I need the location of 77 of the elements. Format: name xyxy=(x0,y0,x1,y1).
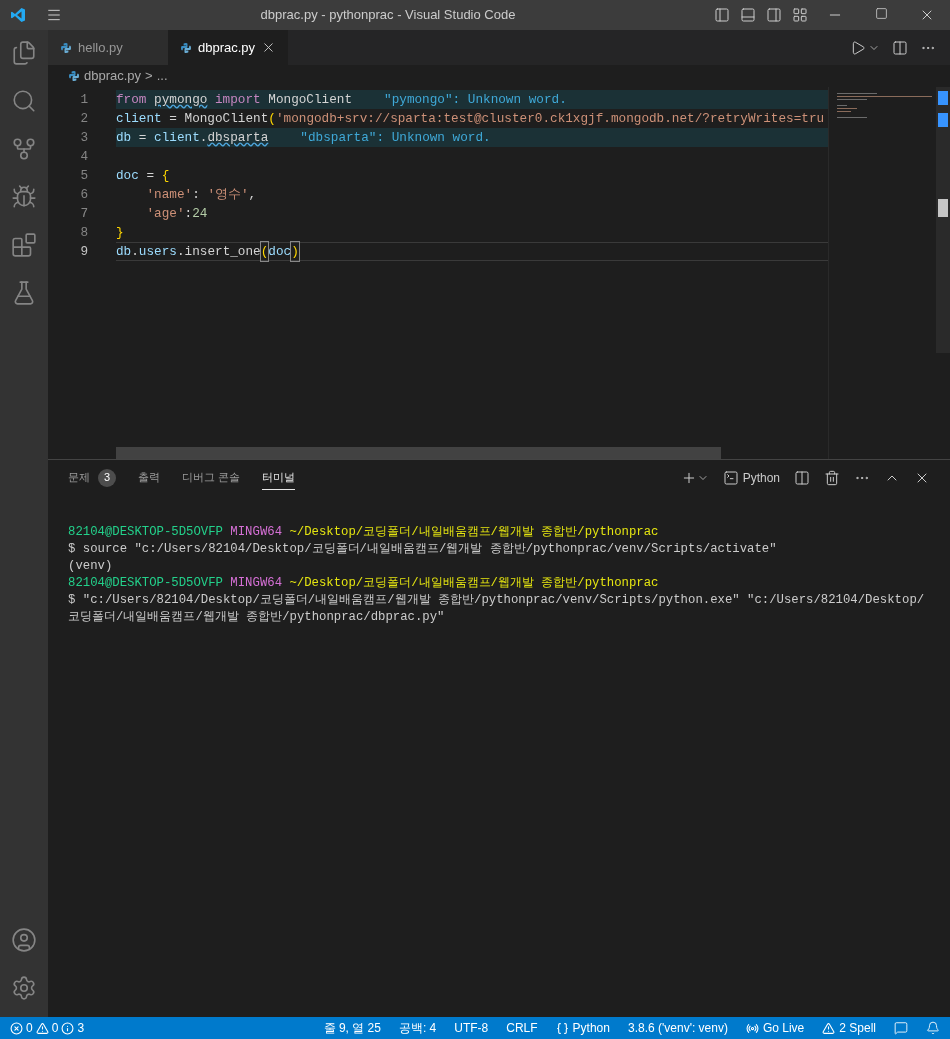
window-title: dbprac.py - pythonprac - Visual Studio Code xyxy=(259,6,517,25)
split-editor-icon[interactable] xyxy=(892,39,908,56)
status-item[interactable]: Go Live xyxy=(745,1019,805,1037)
breadcrumb-item[interactable]: ... xyxy=(156,66,168,86)
code-line: } xyxy=(116,224,125,242)
status-item[interactable]: CRLF xyxy=(506,1019,538,1037)
status-item[interactable]: 3.8.6 ('venv': venv) xyxy=(627,1019,728,1037)
line-number: 5 xyxy=(79,167,89,185)
status-item[interactable]: 줄 9, 열 25 xyxy=(323,1019,381,1037)
panel-tab[interactable]: 터미널 xyxy=(262,465,296,490)
terminal-line: $ source "c:/Users/82104/Desktop/코딩폴더/내일배움캠프/웹개발 종합반/pythonprac/venv/Scripts/activate" xyxy=(68,541,778,558)
account-icon[interactable] xyxy=(11,927,37,953)
maximize-icon[interactable] xyxy=(874,7,888,20)
broadcast-icon xyxy=(745,1021,759,1035)
warning-icon xyxy=(35,1021,49,1035)
code-line: doc = { xyxy=(116,167,171,185)
code-line: 'name': '영수', xyxy=(145,186,258,204)
panel-tab[interactable]: 문제 3 xyxy=(68,465,116,490)
editor-tab[interactable]: dbprac.py xyxy=(168,30,288,65)
line-number: 4 xyxy=(79,148,89,166)
info-icon xyxy=(61,1021,75,1035)
braces-icon xyxy=(555,1021,569,1035)
status-item[interactable]: UTF-8 xyxy=(454,1019,489,1037)
diagnostic-hint: "dbsparta": Unknown word. xyxy=(300,129,491,147)
line-number: 9 xyxy=(79,243,89,261)
tab-label: hello.py xyxy=(78,38,123,57)
extensions-icon[interactable] xyxy=(11,232,37,258)
feedback-icon[interactable] xyxy=(894,1021,908,1035)
close-tab-icon[interactable] xyxy=(261,40,276,55)
panel-tab[interactable]: 출력 xyxy=(138,465,160,490)
trash-icon[interactable] xyxy=(824,469,840,486)
warning-icon xyxy=(822,1021,836,1035)
sidebar-toggle-icon[interactable] xyxy=(714,7,730,23)
terminal-selector[interactable]: Python xyxy=(722,468,780,487)
status-item[interactable]: 2 Spell xyxy=(822,1019,876,1037)
code-line: db.users.insert_one(doc) xyxy=(116,242,828,261)
notifications-icon[interactable] xyxy=(926,1021,940,1035)
diagnostic-hint: "pymongo": Unknown word. xyxy=(384,91,567,109)
panel-toggle-icon[interactable] xyxy=(740,7,756,23)
python-file-icon xyxy=(180,41,192,54)
terminal-line: 코딩폴더/내일배움캠프/웹개발 종합반/pythonprac/dbprac.py" xyxy=(68,609,446,626)
terminal-icon xyxy=(722,469,739,486)
terminal-line: (venv) xyxy=(68,558,114,575)
settings-icon[interactable] xyxy=(11,975,37,1001)
count-badge: 3 xyxy=(98,468,116,487)
error-icon xyxy=(10,1021,23,1035)
problems-status[interactable]: 0 0 3 xyxy=(10,1019,85,1037)
tab-label: dbprac.py xyxy=(197,38,256,57)
line-number: 7 xyxy=(79,205,89,223)
breadcrumb-item[interactable]: > xyxy=(145,66,153,86)
editor-tab[interactable]: hello.py xyxy=(48,30,168,65)
run-debug-icon[interactable] xyxy=(11,184,37,210)
code-line: 'age':24 xyxy=(145,205,209,223)
terminal-line: 82104@DESKTOP-5D5OVFP MINGW64 ~/Desktop/코딩폴더/내일배움캠프/웹개발 종합반/pythonprac xyxy=(68,575,660,592)
source-control-icon[interactable] xyxy=(11,136,37,162)
terminal-line: $ "c:/Users/82104/Desktop/코딩폴더/내일배움캠프/웹개발 종합반/pythonprac/venv/Scripts/python.exe" "c:/Users/82104/Desktop/ xyxy=(68,592,926,609)
terminal-line: 82104@DESKTOP-5D5OVFP MINGW64 ~/Desktop/코딩폴더/내일배움캠프/웹개발 종합반/pythonprac xyxy=(68,524,660,541)
code-line: client = MongoClient('mongodb+srv://sparta:test@cluster0.ck1xgjf.mongodb.net/?retryWrites=tru xyxy=(116,110,826,128)
panel-tab[interactable]: 디버그 콘솔 xyxy=(182,465,241,490)
app-logo-icon xyxy=(10,7,26,23)
menu-icon[interactable] xyxy=(46,7,62,23)
python-file-icon xyxy=(60,41,72,54)
status-item[interactable]: 공백: 4 xyxy=(398,1019,437,1037)
line-number: 1 xyxy=(79,91,89,109)
explorer-icon[interactable] xyxy=(11,40,37,66)
line-number: 6 xyxy=(79,186,89,204)
search-icon[interactable] xyxy=(11,88,37,114)
python-file-icon xyxy=(68,70,80,82)
secondary-sidebar-icon[interactable] xyxy=(766,7,782,23)
run-icon[interactable] xyxy=(850,39,866,56)
breadcrumb-item[interactable]: dbprac.py xyxy=(84,66,142,86)
line-number: 2 xyxy=(79,110,89,128)
split-terminal-icon[interactable] xyxy=(794,469,810,486)
line-number: 8 xyxy=(79,224,89,242)
layout-icon[interactable] xyxy=(792,7,808,23)
status-item[interactable]: Python xyxy=(555,1019,610,1037)
line-number: 3 xyxy=(79,129,89,147)
